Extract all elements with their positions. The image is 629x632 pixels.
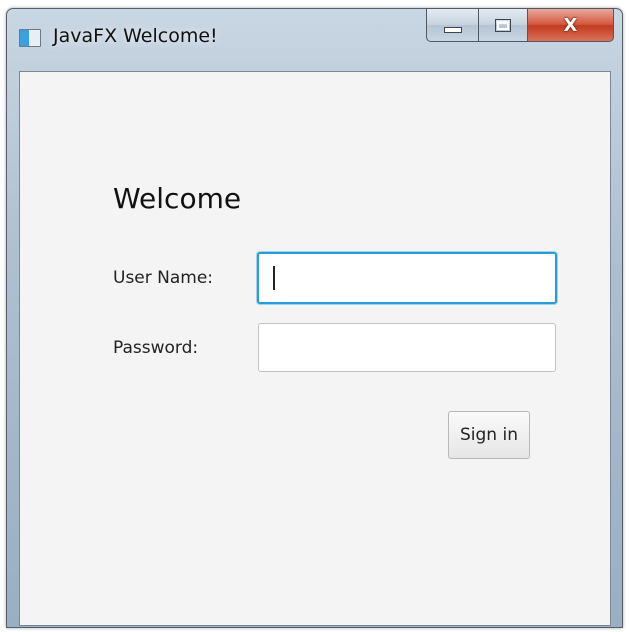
minimize-icon xyxy=(443,27,462,33)
username-field[interactable] xyxy=(257,252,557,304)
sign-in-button[interactable]: Sign in xyxy=(448,411,530,459)
login-pane: Welcome User Name: Password: Sign in xyxy=(19,71,611,626)
minimize-button[interactable] xyxy=(426,8,478,42)
app-icon[interactable] xyxy=(19,29,41,47)
app-window: JavaFX Welcome! X Welcome User Name: Pas… xyxy=(6,8,623,628)
window-title: JavaFX Welcome! xyxy=(53,25,218,47)
username-label: User Name: xyxy=(113,268,214,288)
password-label: Password: xyxy=(113,338,199,358)
title-bar[interactable]: JavaFX Welcome! X xyxy=(7,8,622,71)
password-field[interactable] xyxy=(258,323,556,372)
text-caret xyxy=(273,266,275,290)
close-icon: X xyxy=(563,14,578,36)
page-title: Welcome xyxy=(113,182,242,215)
caption-buttons: X xyxy=(426,8,614,42)
maximize-icon xyxy=(495,18,511,32)
close-button[interactable]: X xyxy=(528,8,614,42)
maximize-button[interactable] xyxy=(478,8,528,42)
